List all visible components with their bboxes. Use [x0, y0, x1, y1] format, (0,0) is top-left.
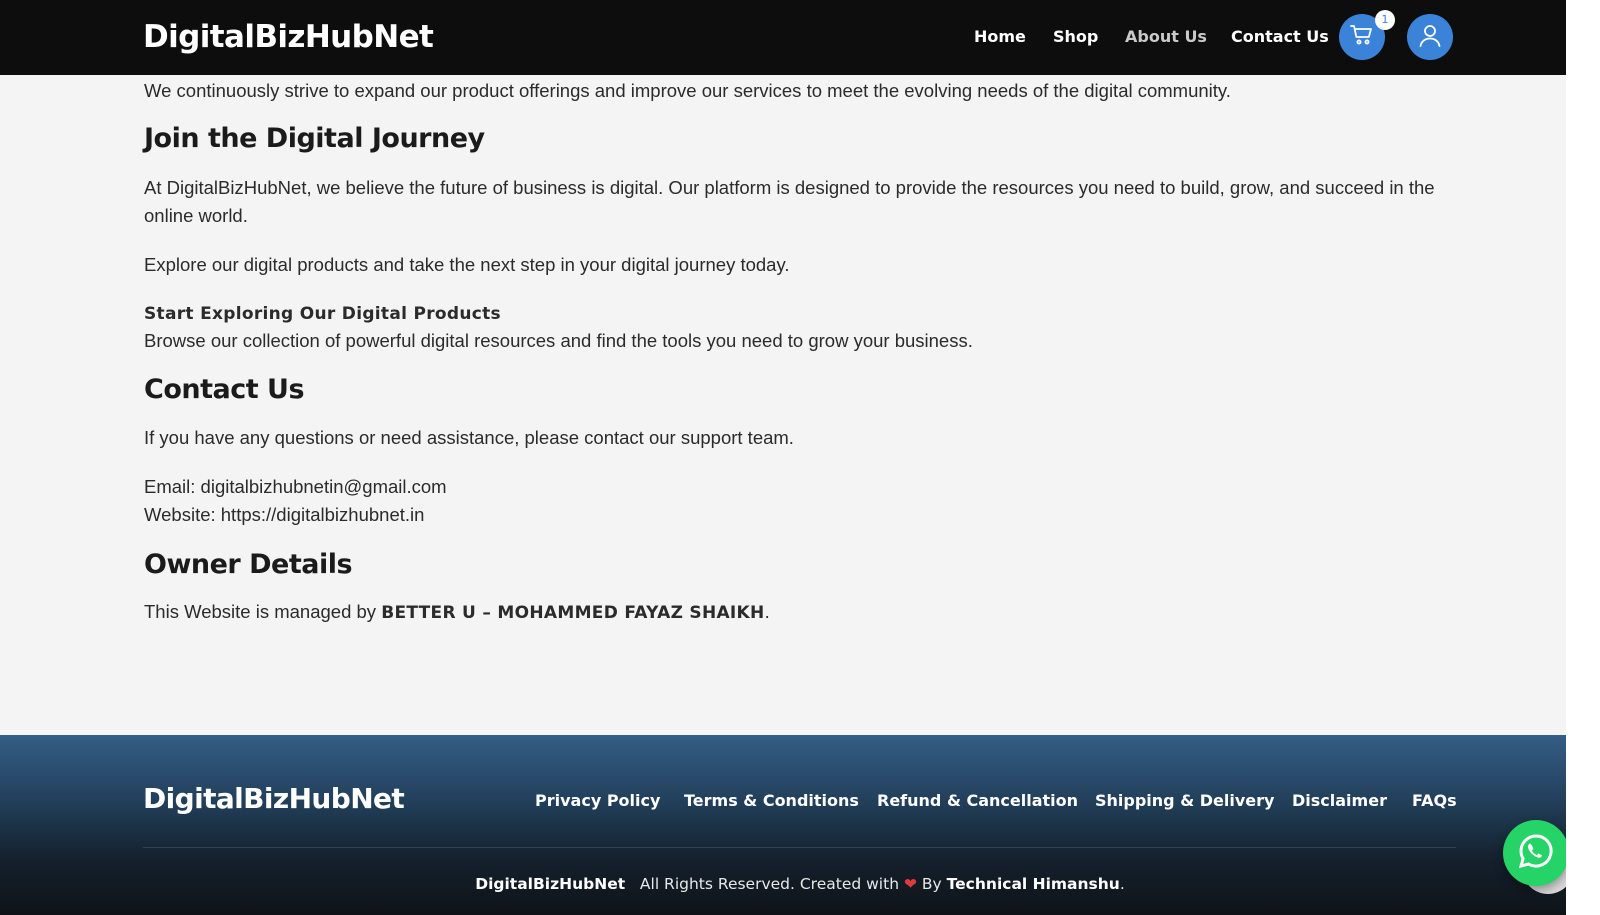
copyright-brand: DigitalBizHubNet [475, 875, 626, 893]
footer-divider [143, 847, 1456, 848]
contact-heading: Contact Us [144, 374, 305, 405]
owner-name: BETTER U – MOHAMMED FAYAZ SHAIKH [381, 603, 765, 623]
copyright-rights: All Rights Reserved. Created with [639, 875, 900, 893]
intro-paragraph: We continuously strive to expand our pro… [144, 80, 1231, 101]
cart-count-badge: 1 [1375, 10, 1395, 30]
account-button[interactable] [1407, 14, 1453, 60]
contact-website[interactable]: Website: https://digitalbizhubnet.in [144, 501, 424, 529]
cta-text: Browse our collection of powerful digita… [144, 330, 973, 351]
heart-icon: ❤ [903, 875, 917, 893]
nav-shop[interactable]: Shop [1053, 25, 1098, 49]
cta-title: Start Exploring Our Digital Products [144, 304, 501, 324]
site-header: DigitalBizHubNet Home Shop About Us Cont… [0, 0, 1566, 75]
journey-heading: Join the Digital Journey [144, 123, 485, 154]
footer-link-refund-cancellation[interactable]: Refund & Cancellation [877, 789, 1078, 813]
whatsapp-icon [1516, 831, 1556, 876]
contact-email[interactable]: Email: digitalbizhubnetin@gmail.com [144, 473, 447, 501]
whatsapp-button[interactable] [1503, 820, 1569, 886]
contact-text: If you have any questions or need assist… [144, 427, 794, 448]
footer-link-privacy-policy[interactable]: Privacy Policy [535, 789, 660, 813]
explore-paragraph: Explore our digital products and take th… [144, 254, 790, 275]
copyright-text: DigitalBizHubNet All Rights Reserved. Cr… [0, 873, 1600, 895]
footer-logo[interactable]: DigitalBizHubNet [143, 781, 405, 817]
owner-heading: Owner Details [144, 549, 353, 580]
copyright-by: By [921, 875, 942, 893]
author-link[interactable]: Technical Himanshu [947, 875, 1120, 893]
site-footer: DigitalBizHubNet Privacy Policy Terms & … [0, 735, 1566, 915]
nav-contact-us[interactable]: Contact Us [1231, 25, 1329, 49]
cart-button[interactable]: 1 [1339, 10, 1395, 60]
footer-link-faqs[interactable]: FAQs [1412, 789, 1457, 813]
cart-icon [1350, 24, 1374, 51]
footer-link-disclaimer[interactable]: Disclaimer [1292, 789, 1387, 813]
copyright-period: . [1119, 875, 1125, 893]
owner-suffix: . [764, 601, 770, 622]
site-logo[interactable]: DigitalBizHubNet [143, 17, 434, 57]
footer-link-shipping-delivery[interactable]: Shipping & Delivery [1095, 789, 1274, 813]
owner-paragraph: This Website is managed by BETTER U – MO… [144, 598, 770, 627]
nav-about-us[interactable]: About Us [1125, 25, 1207, 49]
user-icon [1418, 23, 1442, 52]
journey-paragraph-line-1: At DigitalBizHubNet, we believe the futu… [144, 177, 1435, 198]
nav-home[interactable]: Home [974, 25, 1026, 49]
journey-paragraph-line-2: online world. [144, 205, 248, 226]
footer-link-terms-conditions[interactable]: Terms & Conditions [684, 789, 859, 813]
owner-prefix: This Website is managed by [144, 601, 382, 622]
page-scrollbar[interactable] [1566, 0, 1600, 915]
